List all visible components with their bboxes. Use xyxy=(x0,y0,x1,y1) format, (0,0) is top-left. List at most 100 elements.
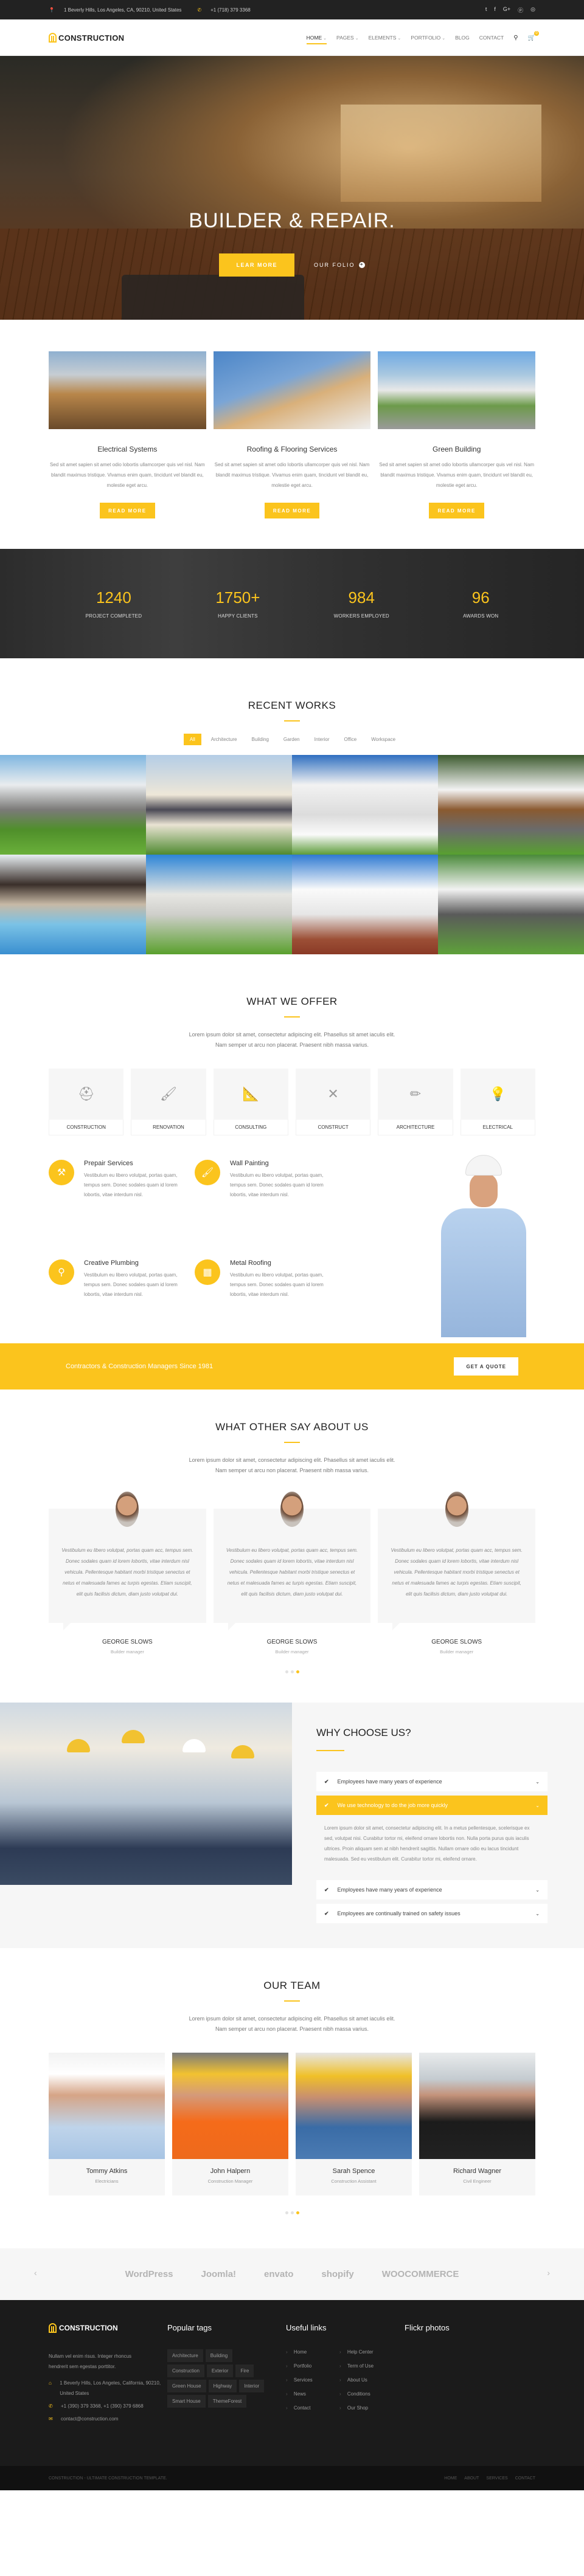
nav-portfolio[interactable]: PORTFOLIO ⌄ xyxy=(411,31,445,44)
accordion-item[interactable]: ✔ Employees are continually trained on sa… xyxy=(316,1904,548,1923)
category-electrical[interactable]: 💡 ELECTRICAL xyxy=(460,1069,535,1135)
filter-architecture[interactable]: Architecture xyxy=(206,734,242,745)
avatar xyxy=(280,1492,304,1527)
our-folio-link[interactable]: OUR FOLIO ➜ xyxy=(314,262,365,268)
cart-icon[interactable]: 🛒 0 xyxy=(528,30,539,41)
portfolio-item[interactable] xyxy=(146,755,292,855)
footer-link[interactable]: Home xyxy=(286,2349,339,2355)
accordion-item[interactable]: ✔ Employees have many years of experience… xyxy=(316,1772,548,1791)
drill-icon: ⚒ xyxy=(49,1160,74,1185)
team-member-card[interactable]: John Halpern Construction Manager xyxy=(172,2053,288,2195)
filter-interior[interactable]: Interior xyxy=(310,734,335,745)
read-more-button[interactable]: READ MORE xyxy=(100,503,155,518)
page-dot[interactable] xyxy=(285,2211,288,2214)
portfolio-item[interactable] xyxy=(292,855,438,954)
site-logo[interactable]: CONSTRUCTION xyxy=(49,33,124,43)
page-dot-active[interactable] xyxy=(296,2211,299,2214)
portfolio-item[interactable] xyxy=(292,755,438,855)
get-quote-button[interactable]: GET A QUOTE xyxy=(454,1357,518,1376)
filter-office[interactable]: Office xyxy=(339,734,362,745)
chevron-right-icon[interactable]: › xyxy=(547,2268,550,2278)
twitter-icon[interactable]: t xyxy=(485,6,487,14)
nav-elements[interactable]: ELEMENTS ⌄ xyxy=(369,31,401,44)
team-member-card[interactable]: Richard Wagner Civil Engineer xyxy=(419,2053,535,2195)
team-member-card[interactable]: Tommy Atkins Electricians xyxy=(49,2053,165,2195)
portfolio-item[interactable] xyxy=(0,855,146,954)
roof-tiles-icon: ▦ xyxy=(195,1259,220,1285)
bottom-link-contact[interactable]: CONTACT xyxy=(515,2476,535,2481)
pencil-ruler-icon: ✏ xyxy=(409,1086,422,1101)
category-architecture[interactable]: ✏ ARCHITECTURE xyxy=(378,1069,453,1135)
portfolio-item[interactable] xyxy=(146,855,292,954)
hero-slider: BUILDER & REPAIR. LEAR MORE OUR FOLIO➜ ⌄ xyxy=(0,56,584,320)
accordion-body: Lorem ipsum dolor sit amet, consectetur … xyxy=(324,1825,530,1862)
portfolio-item[interactable] xyxy=(438,855,584,954)
google-plus-icon[interactable]: G+ xyxy=(503,6,510,14)
category-construction[interactable]: ⛑ CONSTRUCTION xyxy=(49,1069,124,1135)
filter-building[interactable]: Building xyxy=(246,734,273,745)
tag-link[interactable]: Interior xyxy=(239,2380,265,2392)
learn-more-button[interactable]: LEAR MORE xyxy=(219,253,294,277)
category-construct[interactable]: ✕ CONSTRUCT xyxy=(295,1069,371,1135)
tag-link[interactable]: Architecture xyxy=(167,2349,203,2362)
footer-link[interactable]: Conditions xyxy=(339,2391,393,2397)
tag-link[interactable]: Fire xyxy=(235,2364,254,2377)
service-text: Sed sit amet sapien sit amet odio lobort… xyxy=(214,462,370,488)
tag-link[interactable]: Green House xyxy=(167,2380,206,2392)
filter-all[interactable]: All xyxy=(183,734,201,745)
footer-link[interactable]: Contact xyxy=(286,2405,339,2411)
category-renovation[interactable]: 🖌 RENOVATION xyxy=(131,1069,206,1135)
read-more-button[interactable]: READ MORE xyxy=(264,503,320,518)
dribbble-icon[interactable]: ◎ xyxy=(530,6,535,14)
bottom-link-services[interactable]: SERVICES xyxy=(486,2476,507,2481)
tag-link[interactable]: Exterior xyxy=(206,2364,234,2377)
wordpress-logo: WordPress xyxy=(125,2269,173,2279)
category-consulting[interactable]: 📐 CONSULTING xyxy=(213,1069,288,1135)
page-dot-active[interactable] xyxy=(296,1670,299,1673)
footer-link[interactable]: Services xyxy=(286,2377,339,2383)
search-icon[interactable]: ⚲ xyxy=(513,35,518,41)
team-member-card[interactable]: Sarah Spence Construction Assistant xyxy=(296,2053,412,2195)
footer-link[interactable]: Term of Use xyxy=(339,2363,393,2369)
title-divider xyxy=(316,1750,344,1751)
footer-logo[interactable]: CONSTRUCTION xyxy=(49,2323,167,2333)
portfolio-item[interactable] xyxy=(438,755,584,855)
chevron-down-icon: ⌄ xyxy=(535,1779,540,1785)
tag-link[interactable]: Construction xyxy=(167,2364,204,2377)
footer-link[interactable]: About Us xyxy=(339,2377,393,2383)
nav-pages[interactable]: PAGES ⌄ xyxy=(336,31,359,44)
nav-home[interactable]: HOME ⌄ xyxy=(306,31,327,44)
portfolio-item[interactable] xyxy=(0,755,146,855)
service-card: Green Building Sed sit amet sapien sit a… xyxy=(378,351,536,518)
read-more-button[interactable]: READ MORE xyxy=(429,503,484,518)
chevron-left-icon[interactable]: ‹ xyxy=(34,2268,37,2278)
tag-link[interactable]: Building xyxy=(205,2349,233,2362)
page-dot[interactable] xyxy=(290,1670,294,1673)
footer-link[interactable]: Portfolio xyxy=(286,2363,339,2369)
nav-contact[interactable]: CONTACT xyxy=(479,31,504,44)
chevron-down-icon: ⌄ xyxy=(535,1910,540,1917)
chevron-down-icon: ⌄ xyxy=(397,36,401,41)
nav-blog[interactable]: BLOG xyxy=(455,31,470,44)
footer-link[interactable]: Help Center xyxy=(339,2349,393,2355)
accordion-item[interactable]: ✔ Employees have many years of experience… xyxy=(316,1880,548,1899)
feature-item: 🖌 Wall Painting Vestibulum eu libero volut… xyxy=(195,1160,341,1242)
service-image xyxy=(49,351,206,429)
footer-link[interactable]: News xyxy=(286,2391,339,2397)
page-dot[interactable] xyxy=(290,2211,294,2214)
filter-workspace[interactable]: Workspace xyxy=(366,734,400,745)
tag-link[interactable]: ThemeForest xyxy=(207,2395,247,2408)
facebook-icon[interactable]: f xyxy=(494,6,496,14)
envato-logo: envato xyxy=(264,2269,294,2279)
tag-link[interactable]: Smart House xyxy=(167,2395,206,2408)
accordion-item-open[interactable]: ✔ We use technology to do the job more qu… xyxy=(316,1796,548,1815)
page-dot[interactable] xyxy=(285,1670,288,1673)
tag-link[interactable]: Highway xyxy=(208,2380,237,2392)
check-icon: ✔ xyxy=(324,1910,329,1917)
filter-garden[interactable]: Garden xyxy=(279,734,305,745)
bottom-link-about[interactable]: ABOUT xyxy=(464,2476,479,2481)
footer-email-link[interactable]: contact@construction.com xyxy=(61,2414,118,2424)
bottom-link-home[interactable]: HOME xyxy=(444,2476,457,2481)
footer-link[interactable]: Our Shop xyxy=(339,2405,393,2411)
pinterest-icon[interactable]: ⓟ xyxy=(518,6,523,14)
